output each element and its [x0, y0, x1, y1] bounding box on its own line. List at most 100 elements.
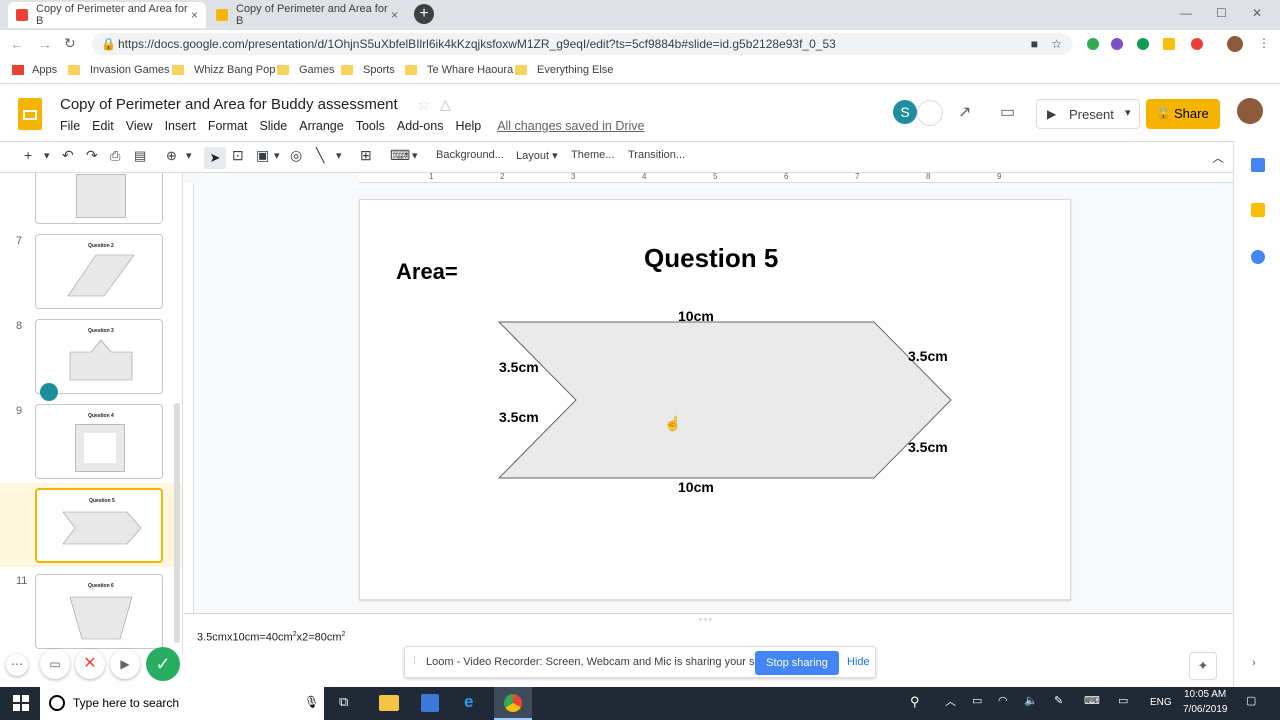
current-slide[interactable]: Area= Question 5 10cm 10cm 3.5cm 3.5cm 3…	[359, 199, 1071, 600]
print-icon[interactable]: ⎙	[110, 148, 120, 164]
select-tool-icon[interactable]: ➤	[204, 147, 226, 169]
browser-tab-2[interactable]: Copy of Perimeter and Area for B ×	[208, 2, 406, 28]
layout-button[interactable]: Layout ▾	[516, 149, 558, 162]
transition-button[interactable]: Transition...	[628, 149, 685, 161]
menu-help[interactable]: Help	[455, 119, 481, 133]
left-upper-length-label[interactable]: 3.5cm	[499, 359, 539, 375]
image-icon[interactable]: ▣	[256, 147, 269, 164]
profile-avatar[interactable]	[1227, 36, 1243, 52]
bookmark-apps[interactable]: Apps	[12, 64, 57, 76]
extension-drive-icon[interactable]	[1163, 38, 1175, 50]
extension-loom-icon[interactable]	[1191, 38, 1203, 50]
filmstrip-scrollbar[interactable]	[174, 403, 180, 643]
activity-dashboard-icon[interactable]: ↗	[958, 102, 971, 122]
expand-panel-icon[interactable]: ›	[1252, 657, 1256, 669]
maximize-button[interactable]: ☐	[1216, 6, 1227, 20]
bottom-length-label[interactable]: 10cm	[678, 479, 714, 495]
clock-time[interactable]: 10:05 AM	[1184, 689, 1226, 700]
close-tab-icon[interactable]: ×	[391, 8, 398, 22]
volume-icon[interactable]: 🔈	[1024, 694, 1038, 707]
left-lower-length-label[interactable]: 3.5cm	[499, 409, 539, 425]
chat-users-icon[interactable]	[917, 100, 943, 126]
display-icon[interactable]: ▭	[1118, 694, 1128, 707]
battery-icon[interactable]: ▭	[972, 694, 982, 707]
document-title[interactable]: Copy of Perimeter and Area for Buddy ass…	[60, 96, 398, 113]
loom-pause-button[interactable]: ▶	[110, 649, 140, 679]
comments-icon[interactable]: ▭	[1000, 102, 1015, 122]
undo-icon[interactable]: ↶	[62, 147, 74, 164]
minimize-button[interactable]: —	[1180, 6, 1192, 20]
input-tools-icon[interactable]: ⌨	[390, 147, 410, 164]
camera-icon[interactable]: ■	[1031, 33, 1038, 55]
bookmark-te-whare-haoura[interactable]: Te Whare Haoura	[405, 64, 513, 76]
share-button[interactable]: 🔒 Share	[1146, 99, 1220, 129]
slide-thumbnail-10[interactable]: Question 5	[35, 488, 163, 563]
hide-button[interactable]: Hide	[847, 656, 870, 668]
taskbar-search-box[interactable]: Type here to search 🎙	[40, 687, 324, 720]
line-dropdown-icon[interactable]: ▾	[336, 149, 342, 162]
windows-start-icon[interactable]	[13, 695, 29, 711]
save-status-link[interactable]: All changes saved in Drive	[497, 119, 644, 133]
new-slide-icon[interactable]: +	[24, 147, 32, 163]
close-tab-icon[interactable]: ×	[191, 8, 198, 22]
theme-button[interactable]: Theme...	[571, 149, 614, 161]
move-to-folder-icon[interactable]: △	[440, 96, 451, 113]
calendar-icon[interactable]	[1251, 158, 1265, 172]
menu-addons[interactable]: Add-ons	[397, 119, 444, 133]
right-lower-length-label[interactable]: 3.5cm	[908, 439, 948, 455]
reload-icon[interactable]: ↻	[64, 35, 76, 52]
store-icon[interactable]	[421, 694, 439, 712]
menu-format[interactable]: Format	[208, 119, 248, 133]
loom-cancel-button[interactable]: ✕	[75, 649, 105, 679]
tasks-icon[interactable]	[1251, 250, 1265, 264]
slide-thumbnail-6[interactable]	[35, 173, 163, 224]
slide-thumbnail-9[interactable]: Question 4	[35, 404, 163, 479]
text-box-icon[interactable]: ⊡	[232, 147, 244, 164]
browser-tab-1[interactable]: Copy of Perimeter and Area for B ×	[8, 2, 206, 28]
stop-sharing-button[interactable]: Stop sharing	[755, 651, 839, 675]
wifi-icon[interactable]: ◠	[998, 694, 1008, 707]
new-tab-button[interactable]: +	[414, 4, 434, 24]
chevron-arrow-shape[interactable]	[360, 200, 1072, 601]
keyboard-icon[interactable]: ⌨	[1084, 694, 1100, 707]
menu-arrange[interactable]: Arrange	[299, 119, 343, 133]
extension-grammar-icon[interactable]	[1137, 38, 1149, 50]
zoom-dropdown-icon[interactable]: ▾	[186, 149, 192, 162]
redo-icon[interactable]: ↷	[86, 147, 98, 164]
edge-icon[interactable]: e	[464, 692, 473, 712]
bookmark-everything-else[interactable]: Everything Else	[515, 64, 613, 76]
menu-tools[interactable]: Tools	[356, 119, 385, 133]
people-icon[interactable]: ⚲	[910, 694, 920, 710]
notes-text[interactable]: 3.5cmx10cm=40cm2x2=80cm2	[197, 631, 345, 644]
notes-resize-handle[interactable]: • • •	[699, 615, 712, 624]
shape-icon[interactable]: ◎	[290, 147, 302, 164]
loom-more-button[interactable]: ⋯	[6, 654, 28, 676]
menu-edit[interactable]: Edit	[92, 119, 114, 133]
zoom-icon[interactable]: ⊕	[166, 148, 177, 164]
loom-finish-button[interactable]: ✓	[146, 647, 180, 681]
explore-button[interactable]: ✦	[1189, 652, 1217, 680]
menu-icon[interactable]: ⋮	[1258, 36, 1270, 50]
menu-view[interactable]: View	[126, 119, 153, 133]
clock-date[interactable]: 7/06/2019	[1183, 704, 1228, 715]
drag-handle-icon[interactable]: ⁞	[413, 655, 416, 667]
url-input[interactable]: 🔒 https://docs.google.com/presentation/d…	[92, 33, 1072, 55]
present-dropdown-icon[interactable]: ▾	[1125, 106, 1131, 119]
slide-thumbnail-8[interactable]: Question 3	[35, 319, 163, 401]
pen-icon[interactable]: ✎	[1054, 694, 1063, 707]
file-explorer-icon[interactable]	[379, 695, 399, 711]
chrome-taskbar-button[interactable]	[494, 687, 532, 720]
slide-thumbnail-11[interactable]: Question 6	[35, 574, 163, 649]
input-tools-dropdown-icon[interactable]: ▾	[412, 149, 418, 162]
add-comment-icon[interactable]: ⊞	[360, 147, 372, 164]
extension-green-icon[interactable]	[1087, 38, 1099, 50]
new-slide-dropdown-icon[interactable]: ▾	[44, 149, 50, 162]
account-avatar[interactable]	[1237, 98, 1263, 124]
background-button[interactable]: Background...	[436, 149, 504, 161]
present-button[interactable]: ▶ Present ▾	[1036, 99, 1140, 129]
slides-logo-icon[interactable]	[18, 98, 42, 130]
extension-purple-icon[interactable]	[1111, 38, 1123, 50]
top-length-label[interactable]: 10cm	[678, 308, 714, 324]
bookmark-whizz-bang-pop[interactable]: Whizz Bang Pop	[172, 64, 275, 76]
task-view-icon[interactable]: ⧉	[339, 694, 348, 710]
